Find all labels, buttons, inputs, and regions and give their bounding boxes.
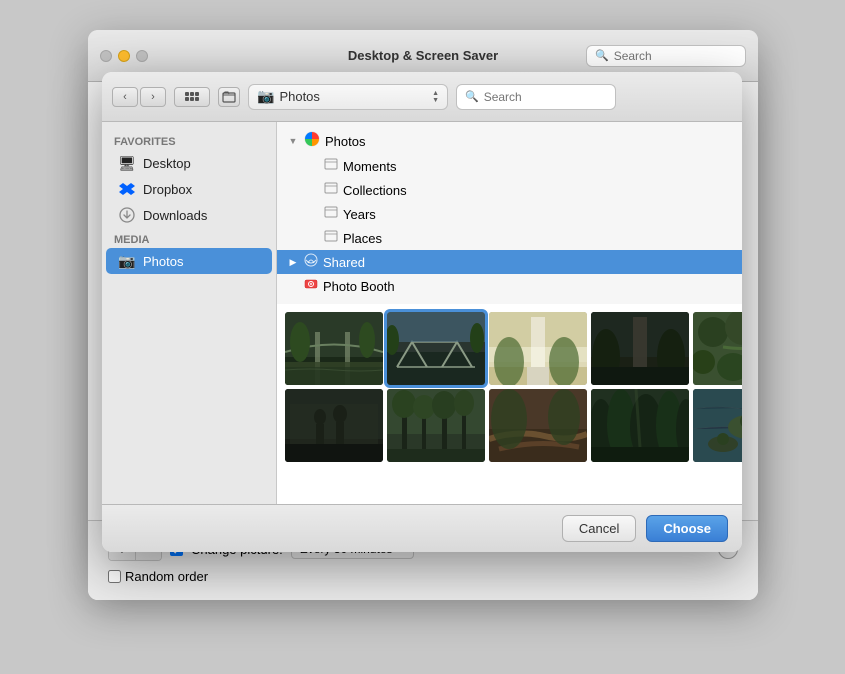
- view-toggle-button[interactable]: [174, 87, 210, 107]
- photo-thumb-2[interactable]: [387, 312, 485, 385]
- photo-thumb-7[interactable]: [285, 389, 383, 462]
- random-order-row: Random order: [108, 569, 738, 584]
- location-action-button[interactable]: [218, 87, 240, 107]
- location-dropdown[interactable]: Photos: [279, 89, 432, 104]
- cancel-button[interactable]: Cancel: [562, 515, 636, 542]
- bg-search-input[interactable]: [614, 49, 737, 63]
- tree-years-label: Years: [343, 207, 376, 222]
- search-icon: 🔍: [595, 49, 609, 62]
- file-picker-dialog: ‹ › 📷 Photos: [102, 72, 742, 552]
- tree-item-shared[interactable]: ▶ Shared: [277, 250, 742, 274]
- photos-tree-icon: [304, 131, 320, 151]
- random-order-checkbox[interactable]: [108, 570, 121, 583]
- shared-icon: [304, 253, 318, 271]
- tree-photobooth-label: Photo Booth: [323, 279, 395, 294]
- main-content: ▼ Photos: [277, 122, 742, 504]
- sidebar-dropbox-label: Dropbox: [143, 182, 192, 197]
- dialog-body: Favorites 🖥 Desktop Dropbox: [102, 122, 742, 504]
- photo-thumb-11[interactable]: [693, 389, 742, 462]
- tree-item-places[interactable]: Places: [277, 226, 742, 250]
- location-selector[interactable]: 📷 Photos ▲ ▼: [248, 84, 448, 110]
- tree-view: ▼ Photos: [277, 122, 742, 304]
- dialog-search-icon: 🔍: [465, 90, 479, 103]
- photos-icon: 📷: [118, 252, 136, 270]
- sidebar-desktop-label: Desktop: [143, 156, 191, 171]
- photo-thumb-5[interactable]: [693, 312, 742, 385]
- close-button[interactable]: [100, 50, 112, 62]
- choose-button[interactable]: Choose: [646, 515, 728, 542]
- shared-toggle: ▶: [287, 257, 299, 268]
- tree-item-years[interactable]: Years: [277, 202, 742, 226]
- maximize-button[interactable]: [136, 50, 148, 62]
- downloads-icon: [118, 206, 136, 224]
- grid-icon: [185, 92, 199, 101]
- favorites-label: Favorites: [102, 130, 276, 150]
- dialog-search-input[interactable]: [484, 90, 607, 104]
- dialog-titlebar: ‹ › 📷 Photos: [102, 72, 742, 122]
- tree-item-moments[interactable]: Moments: [277, 154, 742, 178]
- sidebar-item-downloads[interactable]: Downloads: [106, 202, 272, 228]
- tree-item-photobooth[interactable]: Photo Booth: [277, 274, 742, 298]
- tree-photos-label: Photos: [325, 134, 365, 149]
- random-order-label: Random order: [125, 569, 208, 584]
- tree-places-label: Places: [343, 231, 382, 246]
- photo-thumb-1[interactable]: [285, 312, 383, 385]
- back-button[interactable]: ‹: [112, 87, 138, 107]
- desktop-icon: 🖥: [118, 154, 136, 172]
- sidebar-item-photos[interactable]: 📷 Photos: [106, 248, 272, 274]
- sidebar-photos-label: Photos: [143, 254, 183, 269]
- years-icon: [324, 205, 338, 223]
- bg-search-box[interactable]: 🔍: [586, 45, 746, 67]
- tree-collections-label: Collections: [343, 183, 407, 198]
- dropbox-icon: [118, 180, 136, 198]
- folder-new-icon: [222, 90, 236, 104]
- expand-photos-icon: ▼: [287, 136, 299, 146]
- tree-shared-label: Shared: [323, 255, 365, 270]
- photo-thumb-10[interactable]: [591, 389, 689, 462]
- photo-thumb-9[interactable]: [489, 389, 587, 462]
- photos-app-icon: 📷: [257, 88, 274, 105]
- photo-row-1: [285, 312, 734, 385]
- sidebar-item-dropbox[interactable]: Dropbox: [106, 176, 272, 202]
- forward-button[interactable]: ›: [140, 87, 166, 107]
- window-title: Desktop & Screen Saver: [348, 48, 498, 63]
- sidebar-downloads-label: Downloads: [143, 208, 207, 223]
- minimize-button[interactable]: [118, 50, 130, 62]
- sidebar-item-desktop[interactable]: 🖥 Desktop: [106, 150, 272, 176]
- collections-icon: [324, 181, 338, 199]
- moments-icon: [324, 157, 338, 175]
- photo-thumb-4[interactable]: [591, 312, 689, 385]
- dialog-footer: Cancel Choose: [102, 504, 742, 552]
- traffic-lights: [100, 50, 148, 62]
- tree-moments-label: Moments: [343, 159, 396, 174]
- nav-buttons: ‹ ›: [112, 87, 166, 107]
- sidebar: Favorites 🖥 Desktop Dropbox: [102, 122, 277, 504]
- photo-thumb-3[interactable]: [489, 312, 587, 385]
- photo-grid: [277, 304, 742, 504]
- photo-row-2: [285, 389, 734, 462]
- photobooth-icon: [304, 277, 318, 295]
- media-label: Media: [102, 228, 276, 248]
- photo-thumb-8[interactable]: [387, 389, 485, 462]
- chevron-updown-icon: ▲ ▼: [432, 90, 439, 104]
- dialog-search-box[interactable]: 🔍: [456, 84, 616, 110]
- tree-item-photos[interactable]: ▼ Photos: [277, 128, 742, 154]
- tree-item-collections[interactable]: Collections: [277, 178, 742, 202]
- places-icon: [324, 229, 338, 247]
